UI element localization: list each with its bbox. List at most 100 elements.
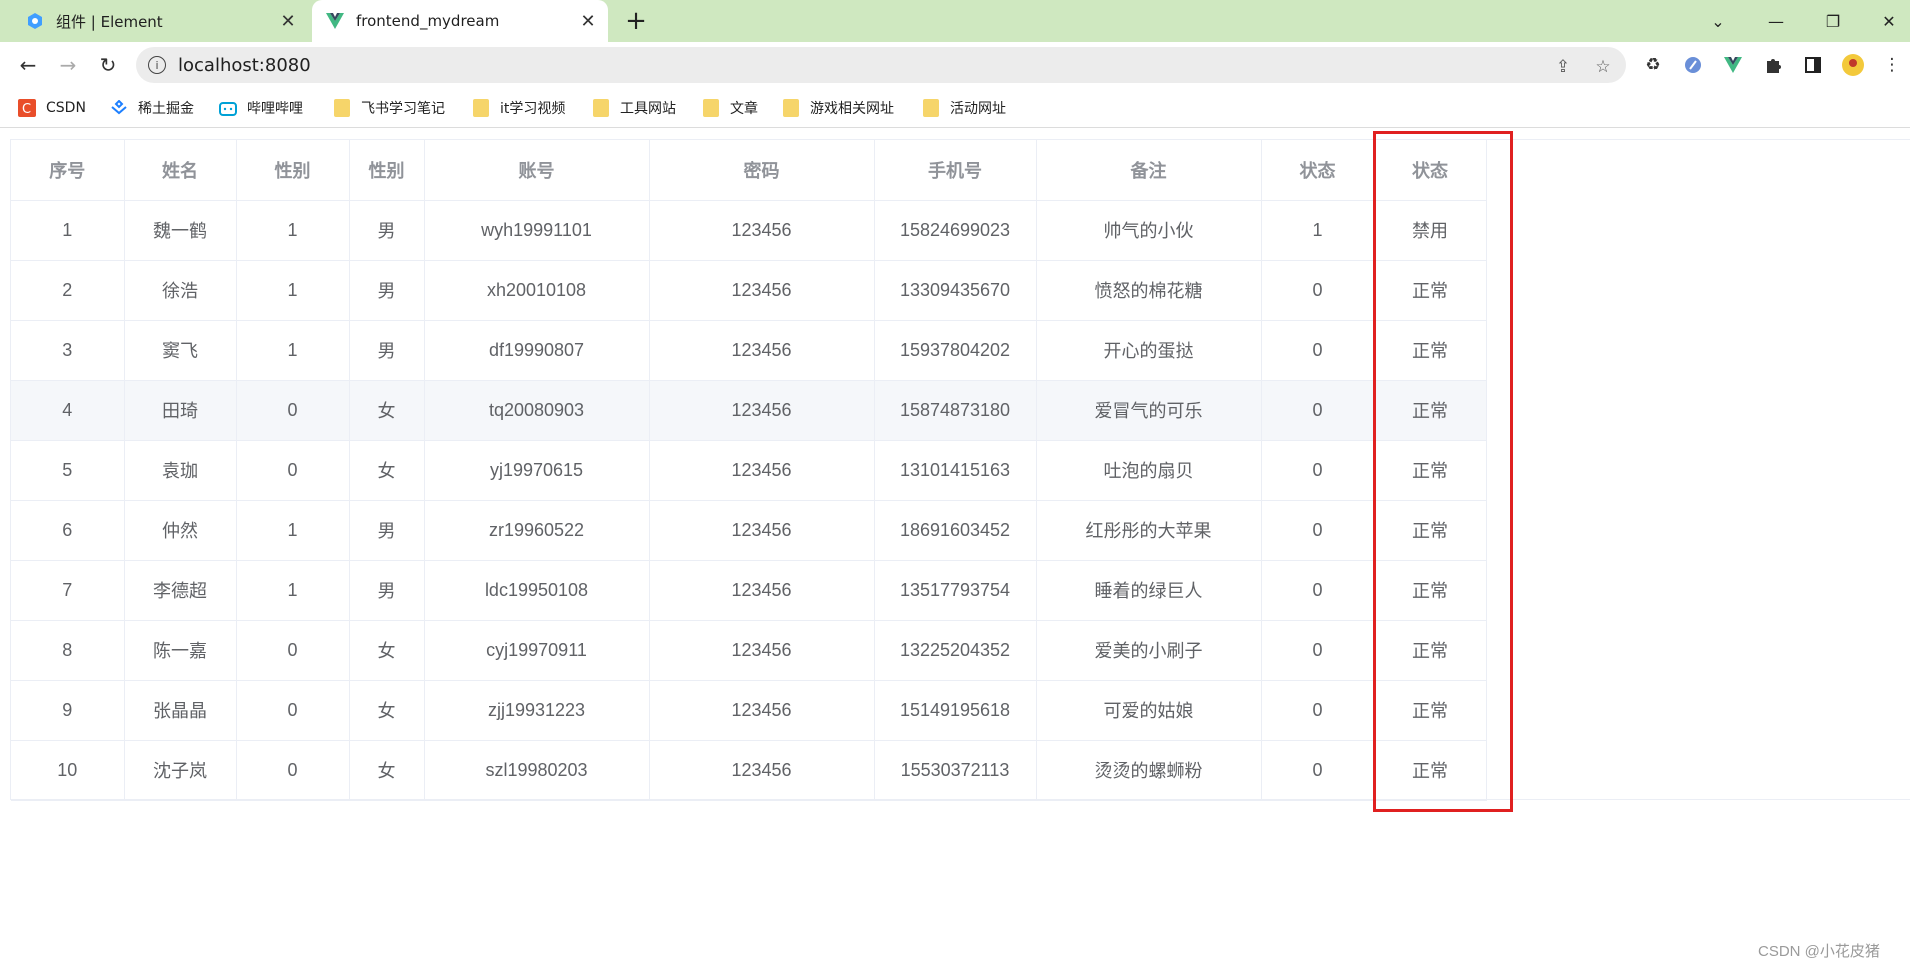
cell: 0 [236,740,350,801]
header-account: 账号 [424,140,650,201]
cell: 15149195618 [874,680,1037,741]
back-button[interactable]: ← [13,50,43,80]
cell: 123456 [649,620,875,681]
minimize-button[interactable]: — [1753,0,1799,42]
cell: cyj19970911 [424,620,650,681]
cell: 仲然 [124,500,237,561]
cell: 123456 [649,500,875,561]
table-row: 5 袁珈 0 女 yj19970615 123456 13101415163 吐泡的扇贝 0 正常 [11,440,1487,501]
bookmark-label: 游戏相关网址 [810,101,894,117]
cell: 13517793754 [874,560,1037,621]
recycle-extension-icon[interactable]: ♻ [1641,53,1665,77]
folder-icon [333,99,351,117]
cell: xh20010108 [424,260,650,321]
cell: 0 [236,380,350,441]
cell: 2 [11,260,125,321]
cell: 13225204352 [874,620,1037,681]
extension-icon[interactable] [1681,53,1705,77]
user-table: 序号 姓名 性别 性别 账号 密码 手机号 备注 状态 状态 1 魏一鹤 1 男 wyh… [11,140,1487,801]
bookmark-tools[interactable]: 工具网站 [592,96,676,120]
cell: 0 [1261,620,1375,681]
cell: 田琦 [124,380,237,441]
table-row: 3 窦飞 1 男 df19990807 123456 15937804202 开心的蛋挞 0 正常 [11,320,1487,381]
bookmark-csdn[interactable]: C CSDN [18,96,86,120]
bookmark-star-icon[interactable]: ☆ [1592,56,1614,78]
cell: 1 [236,200,350,261]
window-close-button[interactable]: ✕ [1866,0,1910,42]
cell: 爱美的小刷子 [1036,620,1262,681]
bookmark-label: 文章 [730,101,758,117]
header-password: 密码 [649,140,875,201]
table-row: 2 徐浩 1 男 xh20010108 123456 13309435670 愤怒的棉花糖 0 正… [11,260,1487,321]
bookmark-games[interactable]: 游戏相关网址 [782,96,894,120]
reload-button[interactable]: ↻ [93,50,123,80]
bookmark-juejin[interactable]: 稀土掘金 [110,96,194,120]
table-row: 4 田琦 0 女 tq20080903 123456 15874873180 爱冒气的可乐 0 正… [11,380,1487,441]
table-row: 7 李德超 1 男 ldc19950108 123456 13517793754 睡着的绿巨人… [11,560,1487,621]
table-row: 9 张晶晶 0 女 zjj19931223 123456 15149195618 可爱的姑娘 0… [11,680,1487,741]
table-header-row: 序号 姓名 性别 性别 账号 密码 手机号 备注 状态 状态 [11,140,1487,201]
cell: szl19980203 [424,740,650,801]
cell: 1 [236,320,350,381]
tab-search-icon[interactable]: ⌄ [1695,0,1741,42]
bookmark-label: 工具网站 [620,101,676,117]
puzzle-icon[interactable] [1761,53,1785,77]
bookmark-label: 稀土掘金 [138,101,194,117]
info-icon[interactable]: i [148,56,166,74]
menu-icon[interactable]: ⋮ [1880,53,1904,77]
cell: 6 [11,500,125,561]
address-bar[interactable]: i localhost:8080 [136,47,1626,83]
cell: 女 [349,440,425,501]
element-icon [26,12,44,30]
restore-button[interactable]: ❐ [1810,0,1856,42]
cell: 女 [349,740,425,801]
cell: 4 [11,380,125,441]
tab-title: 组件 | Element [56,12,163,31]
cell: 烫烫的螺蛳粉 [1036,740,1262,801]
cell: 123456 [649,740,875,801]
close-icon[interactable]: ✕ [276,9,300,33]
bookmark-label: 飞书学习笔记 [361,101,445,117]
header-status-code: 状态 [1261,140,1375,201]
bookmark-activities[interactable]: 活动网址 [922,96,1006,120]
cell: 18691603452 [874,500,1037,561]
cell: 女 [349,380,425,441]
cell: 123456 [649,680,875,741]
bookmark-it-videos[interactable]: it学习视频 [472,96,565,120]
cell: 男 [349,560,425,621]
new-tab-button[interactable]: + [622,8,650,36]
bookmark-articles[interactable]: 文章 [702,96,758,120]
cell: zjj19931223 [424,680,650,741]
bookmark-label: it学习视频 [500,101,566,117]
cell: 1 [236,260,350,321]
svg-text:C: C [22,102,31,117]
cell: 女 [349,620,425,681]
tab-element[interactable]: 组件 | Element ✕ [12,0,308,42]
cell: 15530372113 [874,740,1037,801]
vue-icon [326,12,344,30]
cell: 0 [1261,320,1375,381]
share-icon[interactable]: ⇪ [1552,56,1574,78]
folder-icon [472,99,490,117]
header-index: 序号 [11,140,125,201]
bookmark-label: 活动网址 [950,101,1006,117]
tab-frontend-mydream[interactable]: frontend_mydream ✕ [312,0,608,42]
header-phone: 手机号 [874,140,1037,201]
close-icon[interactable]: ✕ [576,9,600,33]
side-panel-icon[interactable] [1801,53,1825,77]
cell: 沈子岚 [124,740,237,801]
cell: tq20080903 [424,380,650,441]
header-gender-code: 性别 [236,140,350,201]
header-name: 姓名 [124,140,237,201]
cell: 123456 [649,320,875,381]
forward-button[interactable]: → [53,50,83,80]
avatar[interactable] [1841,53,1865,77]
vue-devtools-icon[interactable] [1721,53,1745,77]
bookmark-bilibili[interactable]: 哔哩哔哩 [219,96,303,120]
cell: 可爱的姑娘 [1036,680,1262,741]
bookmark-feishu[interactable]: 飞书学习笔记 [333,96,445,120]
cell: 123456 [649,560,875,621]
cell: ldc19950108 [424,560,650,621]
header-gender: 性别 [349,140,425,201]
cell: 红彤彤的大苹果 [1036,500,1262,561]
